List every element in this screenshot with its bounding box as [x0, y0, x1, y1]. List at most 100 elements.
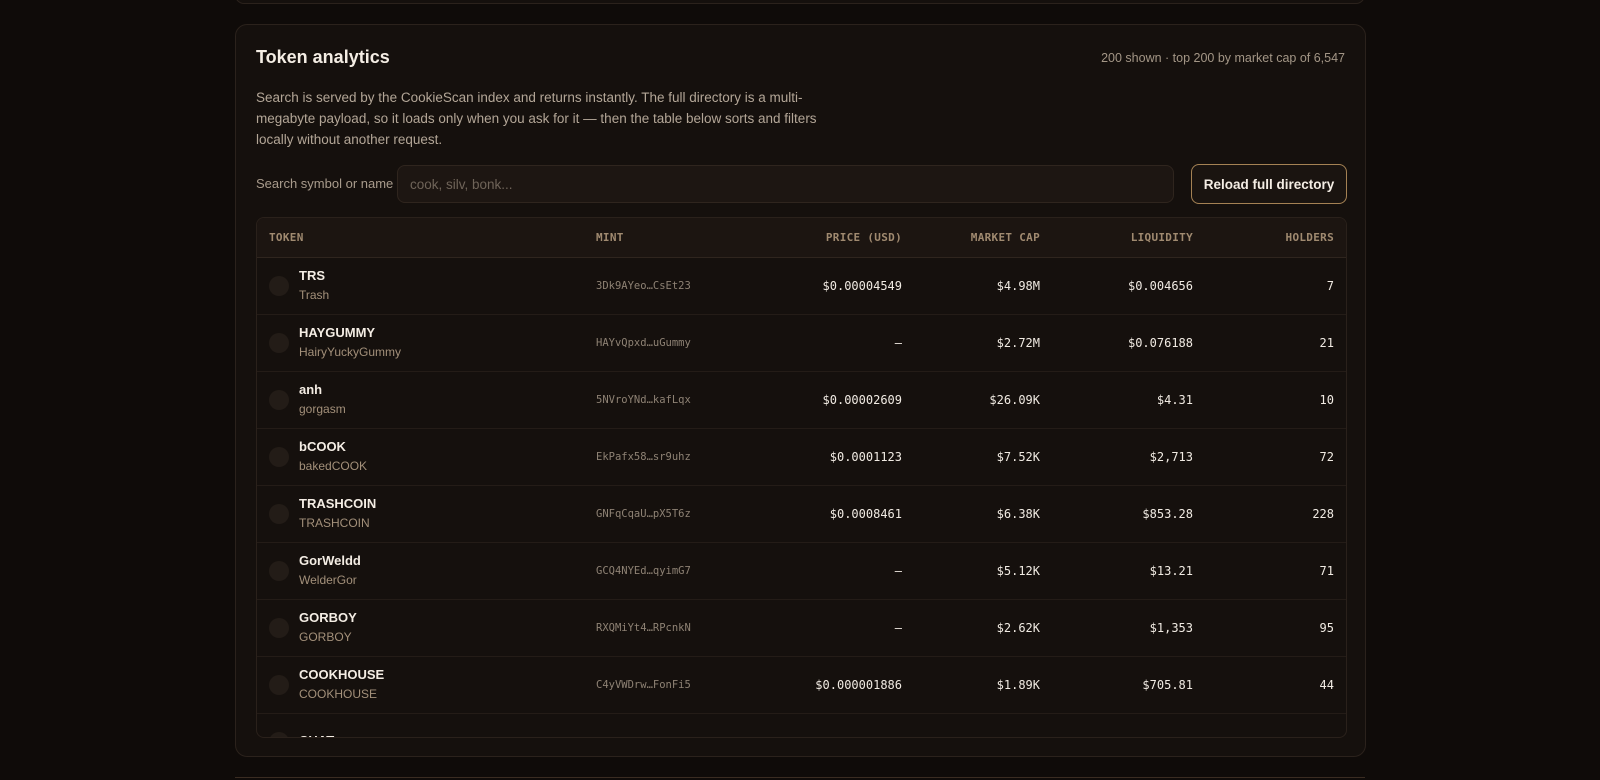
token-cell: bCOOK bakedCOOK [257, 428, 584, 485]
token-mint: 3Dk9AYeo…CsEt23 [596, 279, 691, 292]
token-avatar [269, 674, 289, 695]
table-row[interactable]: GORBOY GORBOY RXQMiYt4…RPcnkN — $2.62K $1,353… [257, 599, 1346, 656]
token-price: $0.000001886 [815, 677, 902, 692]
table-row[interactable]: GorWeldd WelderGor GCQ4NYEd…qyimG7 — $5.12K $… [257, 542, 1346, 599]
previous-panel [235, 0, 1365, 4]
token-liquidity: $13.21 [1149, 563, 1193, 578]
token-avatar [269, 731, 289, 737]
token-name: HairyYuckyGummy [299, 345, 402, 359]
table-row[interactable]: TRS Trash 3Dk9AYeo…CsEt23 $0.00004549 $4.98M… [257, 257, 1346, 314]
token-liquidity: $0.076188 [1127, 335, 1193, 350]
column-header-liquidity[interactable]: LIQUIDITY [1052, 218, 1205, 258]
token-price: $0.00002609 [822, 392, 902, 407]
token-avatar [269, 503, 289, 524]
token-text: TRS Trash [299, 267, 329, 304]
token-liquidity: $1,353 [1149, 620, 1193, 635]
results-summary: 200 shown · top 200 by market cap of 6,5… [1101, 51, 1345, 65]
token-text: anh gorgasm [299, 381, 346, 418]
table-row[interactable]: COOKHOUSE COOKHOUSE C4yVWDrw…FonFi5 $0.0000… [257, 656, 1346, 713]
table-row[interactable]: TRASHCOIN TRASHCOIN GNFqCqaU…pX5T6z $0.0008… [257, 485, 1346, 542]
token-text: GORBOY GORBOY [299, 609, 357, 646]
token-liquidity: $4.31 [1156, 392, 1193, 407]
token-holders: 10 [1319, 392, 1334, 407]
token-price: — [894, 620, 902, 635]
token-info: anh gorgasm [269, 381, 572, 418]
token-mint: GCQ4NYEd…qyimG7 [596, 564, 691, 577]
table-header-row: TOKEN MINT PRICE (USD) MARKET CAP LIQUID… [257, 218, 1346, 258]
token-market-cap [914, 713, 1052, 737]
token-price [748, 713, 914, 737]
token-symbol: TRS [299, 268, 325, 283]
token-market-cap: $26.09K [989, 392, 1040, 407]
token-cell: TRS Trash [257, 257, 584, 314]
token-info: GorWeldd WelderGor [269, 552, 572, 589]
reload-full-directory-button[interactable]: Reload full directory [1191, 164, 1347, 204]
token-analytics-panel: Token analytics 200 shown · top 200 by m… [235, 24, 1366, 757]
column-header-market-cap[interactable]: MARKET CAP [914, 218, 1052, 258]
token-holders: 228 [1312, 506, 1334, 521]
table-row[interactable]: CHAT [257, 713, 1346, 738]
token-symbol: GORBOY [299, 610, 357, 625]
column-header-holders[interactable]: HOLDERS [1205, 218, 1346, 258]
token-text: bCOOK bakedCOOK [299, 438, 367, 475]
token-mint: RXQMiYt4…RPcnkN [596, 621, 691, 634]
panel-title: Token analytics [256, 47, 390, 67]
token-cell: GORBOY GORBOY [257, 599, 584, 656]
token-symbol: bCOOK [299, 439, 346, 454]
token-symbol: TRASHCOIN [299, 496, 377, 511]
token-symbol: GorWeldd [299, 553, 361, 568]
token-text: HAYGUMMY HairyYuckyGummy [299, 324, 401, 361]
token-liquidity: $705.81 [1142, 677, 1193, 692]
token-market-cap: $2.72M [996, 335, 1040, 350]
token-name: WelderGor [299, 573, 357, 587]
token-info: CHAT [269, 731, 572, 738]
token-mint: EkPafx58…sr9uhz [596, 450, 691, 463]
token-price: — [894, 563, 902, 578]
next-panel-edge [235, 777, 1365, 778]
token-name: Trash [299, 288, 330, 302]
token-avatar [269, 332, 289, 353]
token-price: $0.0001123 [829, 449, 902, 464]
column-header-mint[interactable]: MINT [584, 218, 748, 258]
panel-description: Search is served by the CookieScan index… [256, 90, 817, 147]
token-text: COOKHOUSE COOKHOUSE [299, 666, 384, 703]
token-info: GORBOY GORBOY [269, 609, 572, 646]
search-input[interactable] [397, 165, 1174, 203]
token-mint: HAYvQpxd…uGummy [596, 336, 691, 349]
token-mint [584, 713, 748, 737]
table-row[interactable]: anh gorgasm 5NVroYNd…kafLqx $0.00002609 $26.… [257, 371, 1346, 428]
token-avatar [269, 446, 289, 467]
token-market-cap: $5.12K [996, 563, 1040, 578]
token-info: TRS Trash [269, 267, 572, 304]
token-table: TOKEN MINT PRICE (USD) MARKET CAP LIQUID… [256, 217, 1347, 738]
token-info: bCOOK bakedCOOK [269, 438, 572, 475]
token-info: TRASHCOIN TRASHCOIN [269, 495, 572, 532]
token-symbol: anh [299, 382, 323, 397]
token-avatar [269, 560, 289, 581]
token-symbol: CHAT [299, 732, 334, 738]
token-market-cap: $2.62K [996, 620, 1040, 635]
token-info: COOKHOUSE COOKHOUSE [269, 666, 572, 703]
token-cell: COOKHOUSE COOKHOUSE [257, 656, 584, 713]
search-label: Search symbol or name [256, 176, 394, 191]
token-holders: 72 [1319, 449, 1334, 464]
token-market-cap: $6.38K [996, 506, 1040, 521]
token-text: TRASHCOIN TRASHCOIN [299, 495, 376, 532]
column-header-token[interactable]: TOKEN [257, 218, 584, 258]
token-liquidity [1052, 713, 1205, 737]
token-avatar [269, 617, 289, 638]
token-market-cap: $1.89K [996, 677, 1040, 692]
token-holders: 21 [1319, 335, 1334, 350]
token-avatar [269, 275, 289, 296]
token-cell: CHAT [257, 713, 584, 738]
column-header-price[interactable]: PRICE (USD) [748, 218, 914, 258]
table-row[interactable]: HAYGUMMY HairyYuckyGummy HAYvQpxd…uGummy — $… [257, 314, 1346, 371]
token-text: GorWeldd WelderGor [299, 552, 361, 589]
token-market-cap: $7.52K [996, 449, 1040, 464]
token-holders: 7 [1326, 278, 1334, 293]
token-name: gorgasm [299, 402, 346, 416]
token-liquidity: $0.004656 [1127, 278, 1193, 293]
token-cell: anh gorgasm [257, 371, 584, 428]
token-cell: TRASHCOIN TRASHCOIN [257, 485, 584, 542]
table-row[interactable]: bCOOK bakedCOOK EkPafx58…sr9uhz $0.0001123 $… [257, 428, 1346, 485]
